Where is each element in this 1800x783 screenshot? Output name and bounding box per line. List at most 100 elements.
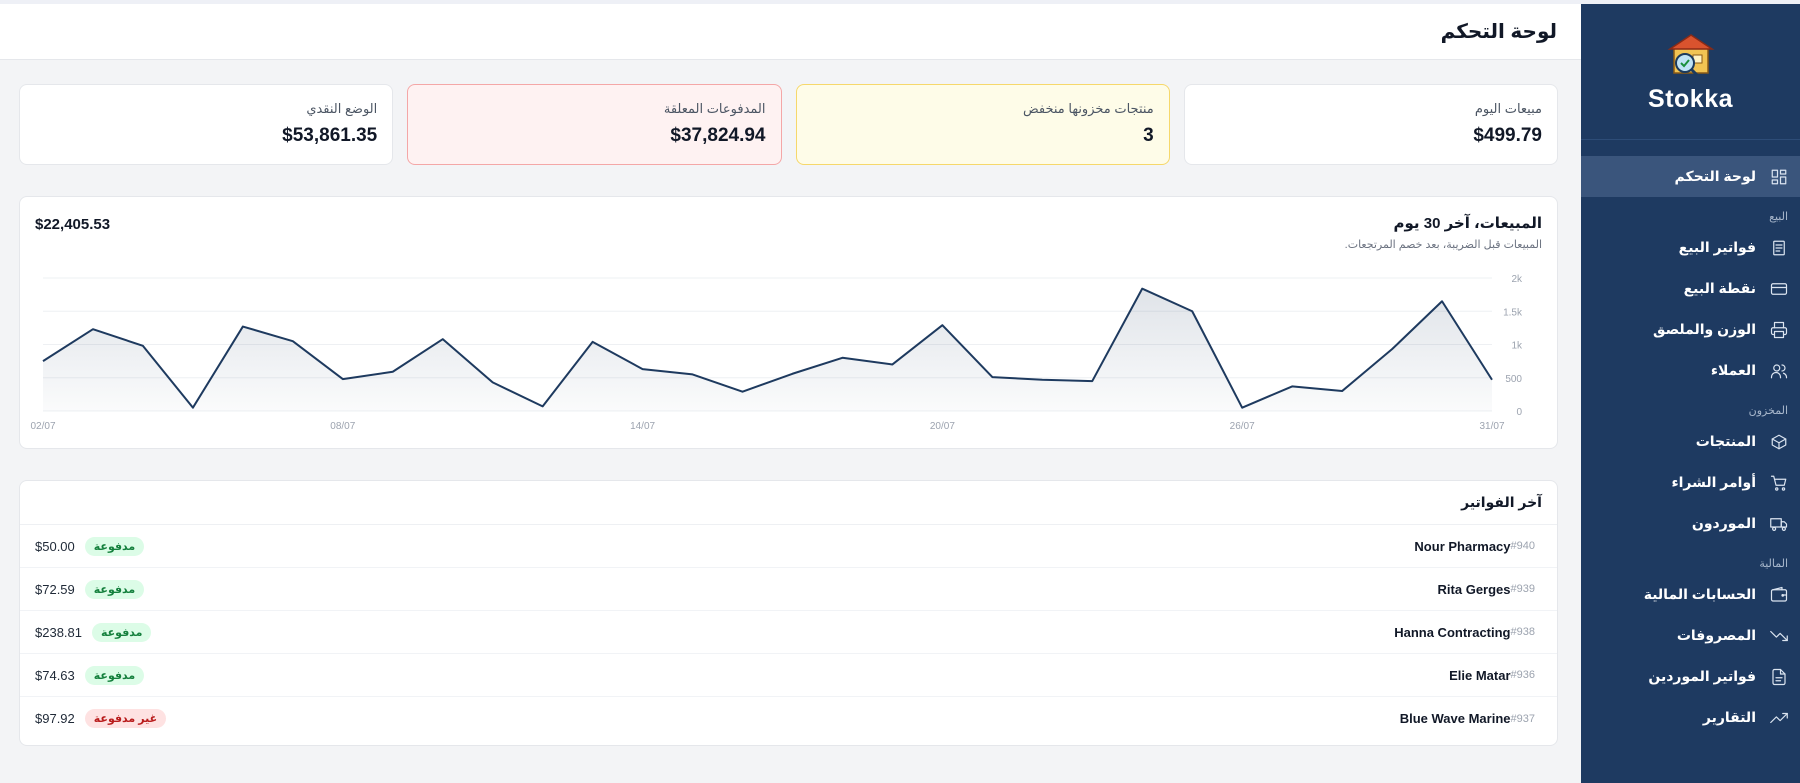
data-point[interactable] xyxy=(1039,377,1045,383)
main-content: لوحة التحكم مبيعات اليوم $499.79 منتجات … xyxy=(0,4,1581,783)
data-point[interactable] xyxy=(190,405,196,411)
stat-value: 3 xyxy=(1143,125,1154,146)
stat-label: منتجات مخزونها منخفض xyxy=(1022,101,1154,116)
sidebar-item-trending-up[interactable]: التقارير xyxy=(1581,697,1800,738)
invoice-customer: Blue Wave Marine xyxy=(1399,711,1511,726)
invoice-amount: $97.92 xyxy=(35,711,75,726)
data-point[interactable] xyxy=(1389,346,1395,352)
sidebar-item-dashboard[interactable]: لوحة التحكم xyxy=(1581,156,1800,197)
sidebar-item-label: التقارير xyxy=(1702,709,1756,725)
y-tick-label: 1k xyxy=(1511,341,1523,352)
data-point[interactable] xyxy=(740,389,746,395)
invoice-amount: $50.00 xyxy=(35,538,75,554)
invoice-customer: Hanna Contracting xyxy=(1394,624,1511,640)
y-tick-label: 1.5k xyxy=(1503,307,1523,318)
sidebar-item-file[interactable]: فواتير الموردين xyxy=(1581,656,1800,697)
data-point[interactable] xyxy=(140,343,146,349)
chart-title: المبيعات، آخر 30 يوم xyxy=(1393,215,1542,232)
invoice-row[interactable]: $74.63 مدفوعة Elie Matar #936 xyxy=(20,654,1557,697)
invoice-number: #940 xyxy=(1510,540,1535,552)
stat-card-pending-payments[interactable]: المدفوعات المعلقة $37,824.94 xyxy=(407,84,782,165)
invoice-amount-group: $238.81 مدفوعة xyxy=(35,622,152,642)
invoice-amount: $72.59 xyxy=(35,581,75,597)
trending-down-icon xyxy=(1770,627,1788,645)
invoice-amount-group: $72.59 مدفوعة xyxy=(35,579,145,599)
data-point[interactable] xyxy=(640,366,646,372)
data-point[interactable] xyxy=(1139,286,1145,292)
data-point[interactable] xyxy=(440,336,446,342)
data-point[interactable] xyxy=(690,371,696,377)
data-point[interactable] xyxy=(590,339,596,345)
data-point[interactable] xyxy=(839,355,845,361)
status-badge: مدفوعة xyxy=(84,536,145,556)
invoice-row[interactable]: $97.92 غير مدفوعة Blue Wave Marine #937 xyxy=(20,697,1557,740)
sidebar-item-receipt[interactable]: فواتير البيع xyxy=(1581,227,1800,268)
data-point[interactable] xyxy=(889,361,895,367)
x-tick-label: 08/07 xyxy=(330,421,355,432)
invoice-customer-group: Blue Wave Marine #937 xyxy=(1400,711,1535,726)
data-point[interactable] xyxy=(939,322,945,328)
invoice-row[interactable]: $72.59 مدفوعة Rita Gerges #939 xyxy=(20,568,1557,611)
stat-value: $499.79 xyxy=(1473,125,1542,146)
sales-chart-card: 0 500 1k 1.5k 2k 02/07 08/07 14/07 20/07 26/07 31/… xyxy=(19,196,1558,449)
wallet-icon xyxy=(1770,586,1788,604)
data-point[interactable] xyxy=(1089,378,1095,384)
sidebar-item-box[interactable]: المنتجات xyxy=(1581,421,1800,462)
store-logo-icon xyxy=(1667,34,1714,77)
dashboard-icon xyxy=(1770,168,1788,186)
data-point[interactable] xyxy=(40,358,46,364)
sidebar-item-credit-card[interactable]: نقطة البيع xyxy=(1581,268,1800,309)
sidebar-item-trending-down[interactable]: المصروفات xyxy=(1581,615,1800,656)
data-point[interactable] xyxy=(1489,377,1495,383)
data-point[interactable] xyxy=(240,324,246,330)
invoice-customer: Rita Gerges xyxy=(1437,581,1511,597)
stat-value: $53,861.35 xyxy=(282,125,378,146)
data-point[interactable] xyxy=(540,403,546,409)
brand[interactable]: Stokka xyxy=(1581,4,1800,140)
data-point[interactable] xyxy=(340,376,346,382)
stat-card-low-stock[interactable]: منتجات مخزونها منخفض 3 xyxy=(795,84,1170,165)
recent-invoices-card: آخر الفواتير $50.00 مدفوعة Nour Pharmacy #9… xyxy=(19,480,1558,746)
sidebar-item-printer[interactable]: الوزن والملصق xyxy=(1581,309,1800,350)
data-point[interactable] xyxy=(490,379,496,385)
data-point[interactable] xyxy=(90,326,96,332)
data-point[interactable] xyxy=(1289,383,1295,389)
stat-label: مبيعات اليوم xyxy=(1474,101,1542,116)
stat-cards: مبيعات اليوم $499.79 منتجات مخزونها منخف… xyxy=(19,84,1558,165)
invoice-customer-group: Nour Pharmacy #940 xyxy=(1414,539,1535,554)
invoice-customer-group: Rita Gerges #939 xyxy=(1438,582,1535,597)
sidebar-item-users[interactable]: العملاء xyxy=(1581,350,1800,391)
data-point[interactable] xyxy=(1189,308,1195,314)
data-point[interactable] xyxy=(1239,405,1245,411)
invoice-row[interactable]: $50.00 مدفوعة Nour Pharmacy #940 xyxy=(20,525,1557,568)
sidebar-item-truck[interactable]: الموردون xyxy=(1581,503,1800,544)
sidebar-item-cart[interactable]: أوامر الشراء xyxy=(1581,462,1800,503)
sidebar-item-label: المصروفات xyxy=(1676,627,1756,643)
sidebar-item-wallet[interactable]: الحسابات المالية xyxy=(1581,574,1800,615)
data-point[interactable] xyxy=(789,371,795,377)
credit-card-icon xyxy=(1770,280,1788,298)
sidebar-item-label: فواتير البيع xyxy=(1678,239,1756,255)
invoice-customer: Elie Matar xyxy=(1449,667,1511,683)
data-point[interactable] xyxy=(989,374,995,380)
nav-section-label: المخزون xyxy=(1748,405,1788,417)
sales-area xyxy=(43,288,1492,411)
x-tick-label: 02/07 xyxy=(30,421,55,432)
data-point[interactable] xyxy=(290,338,296,344)
data-point[interactable] xyxy=(1439,298,1445,304)
sidebar-item-label: الحسابات المالية xyxy=(1643,586,1756,602)
status-badge: غير مدفوعة xyxy=(84,709,167,728)
stat-label: الوضع النقدي xyxy=(306,101,378,116)
invoice-amount: $238.81 xyxy=(35,624,82,640)
invoice-number: #937 xyxy=(1510,712,1535,725)
data-point[interactable] xyxy=(1339,388,1345,394)
chart-subtitle: المبيعات قبل الضريبة، بعد خصم المرتجعات. xyxy=(1344,239,1542,251)
invoice-number: #939 xyxy=(1510,583,1535,595)
invoice-row[interactable]: $238.81 مدفوعة Hanna Contracting #938 xyxy=(20,611,1557,654)
data-point[interactable] xyxy=(390,369,396,375)
stat-value: $37,824.94 xyxy=(670,125,766,146)
status-badge: مدفوعة xyxy=(84,579,145,599)
sidebar-item-label: أوامر الشراء xyxy=(1671,474,1756,490)
status-badge: مدفوعة xyxy=(84,665,145,685)
sidebar-item-label: الوزن والملصق xyxy=(1652,321,1756,337)
